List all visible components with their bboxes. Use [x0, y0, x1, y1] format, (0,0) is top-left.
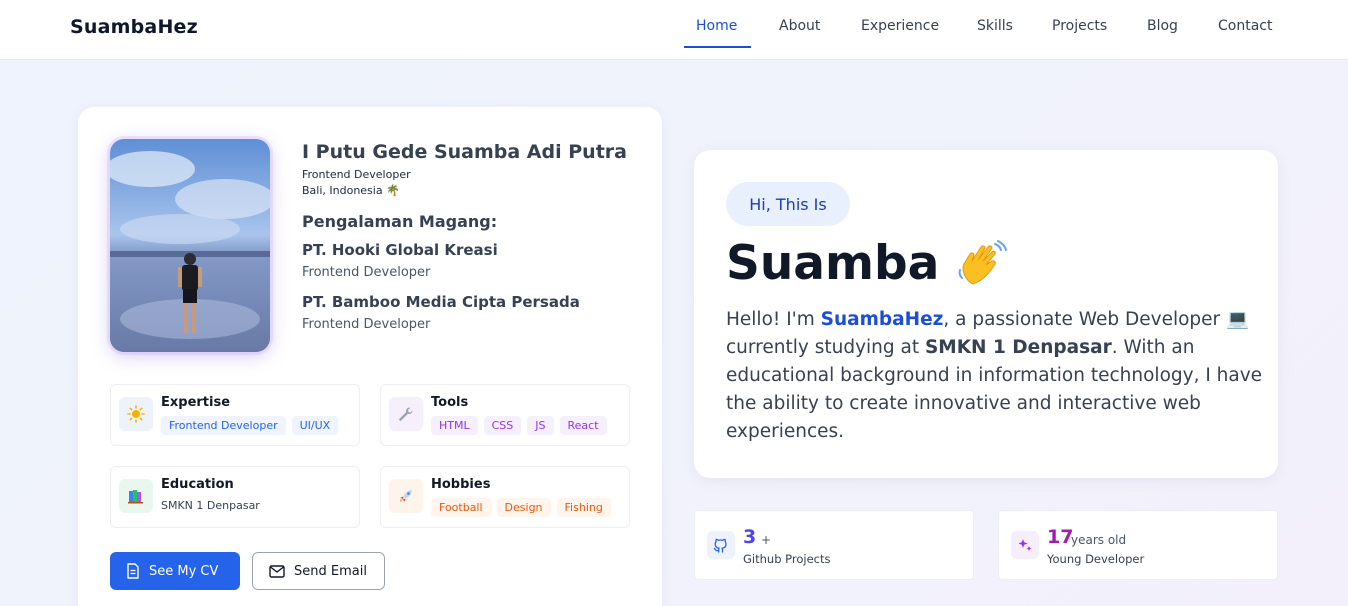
hero-name: Suamba: [726, 236, 940, 291]
nav-skills[interactable]: Skills: [977, 18, 1013, 34]
hobbies-tags: Football Design Fishing: [431, 498, 611, 517]
tools-title: Tools: [431, 395, 469, 410]
nav-home[interactable]: Home: [696, 18, 737, 34]
age-suffix: years old: [1071, 533, 1127, 547]
profile-name: I Putu Gede Suamba Adi Putra: [302, 141, 627, 163]
mail-icon: [269, 564, 285, 578]
wrench-icon: [389, 397, 423, 431]
navbar: SuambaHez Home About Experience Skills P…: [0, 0, 1348, 60]
brand-logo[interactable]: SuambaHez: [70, 16, 198, 38]
brand-highlight: SuambaHez: [820, 309, 944, 330]
see-cv-label: See My CV: [149, 563, 219, 579]
school-name: SMKN 1 Denpasar: [924, 337, 1112, 358]
expertise-title: Expertise: [161, 395, 231, 410]
education-box: Education SMKN 1 Denpasar: [110, 466, 360, 528]
internship-company-2: PT. Bamboo Media Cipta Persada: [302, 293, 580, 311]
see-cv-button[interactable]: See My CV: [110, 552, 240, 590]
document-icon: [127, 563, 139, 579]
tag-frontend-developer: Frontend Developer: [161, 416, 286, 435]
github-projects-stat: 3 + Github Projects: [694, 510, 974, 580]
age-value: 17: [1047, 526, 1074, 548]
tag-fishing: Fishing: [556, 498, 611, 517]
intro-part-2: , a passionate Web Developer: [943, 309, 1227, 330]
internship-role-2: Frontend Developer: [302, 317, 431, 332]
nav-active-indicator: [684, 46, 751, 48]
tag-react: React: [559, 416, 607, 435]
profile-title: Frontend Developer: [302, 168, 411, 181]
nav-contact[interactable]: Contact: [1218, 18, 1272, 34]
age-stat: 17 years old Young Developer: [998, 510, 1278, 580]
github-icon: [707, 531, 735, 559]
internship-heading: Pengalaman Magang:: [302, 212, 498, 231]
rocket-icon: [389, 479, 423, 513]
tag-football: Football: [431, 498, 491, 517]
laptop-icon: 💻: [1226, 309, 1250, 330]
internship-company-1: PT. Hooki Global Kreasi: [302, 241, 498, 259]
tag-html: HTML: [431, 416, 478, 435]
github-projects-count: 3: [743, 526, 757, 548]
expertise-box: Expertise Frontend Developer UI/UX: [110, 384, 360, 446]
internship-role-1: Frontend Developer: [302, 265, 431, 280]
education-value: SMKN 1 Denpasar: [161, 499, 260, 512]
github-projects-suffix: +: [761, 533, 772, 547]
palm-tree-icon: 🌴: [386, 184, 400, 197]
expertise-tags: Frontend Developer UI/UX: [161, 416, 339, 435]
github-projects-label: Github Projects: [743, 552, 831, 566]
tag-js: JS: [527, 416, 554, 435]
hobbies-box: Hobbies Football Design Fishing: [380, 466, 630, 528]
education-title: Education: [161, 477, 234, 492]
profile-location-text: Bali, Indonesia: [302, 184, 383, 197]
nav-blog[interactable]: Blog: [1147, 18, 1178, 34]
tag-css: CSS: [483, 416, 522, 435]
tools-box: Tools HTML CSS JS React: [380, 384, 630, 446]
sun-icon: [119, 397, 153, 431]
hero-intro: Hello! I'm SuambaHez, a passionate Web D…: [726, 306, 1266, 446]
tag-design: Design: [496, 498, 551, 517]
intro-part-3: currently studying at: [726, 337, 925, 358]
greeting-pill: Hi, This Is: [726, 182, 850, 226]
profile-photo: [110, 139, 270, 352]
hobbies-title: Hobbies: [431, 477, 491, 492]
tag-ui-ux: UI/UX: [291, 416, 339, 435]
books-icon: [119, 479, 153, 513]
sparkle-icon: [1011, 531, 1039, 559]
intro-part-1: Hello! I'm: [726, 309, 821, 330]
nav-experience[interactable]: Experience: [861, 18, 939, 34]
nav-about[interactable]: About: [779, 18, 820, 34]
waving-hand-icon: [955, 240, 1009, 294]
send-email-label: Send Email: [294, 563, 367, 579]
profile-location: Bali, Indonesia 🌴: [302, 184, 400, 197]
tools-tags: HTML CSS JS React: [431, 416, 607, 435]
send-email-button[interactable]: Send Email: [252, 552, 385, 590]
nav-projects[interactable]: Projects: [1052, 18, 1107, 34]
age-label: Young Developer: [1047, 552, 1145, 566]
